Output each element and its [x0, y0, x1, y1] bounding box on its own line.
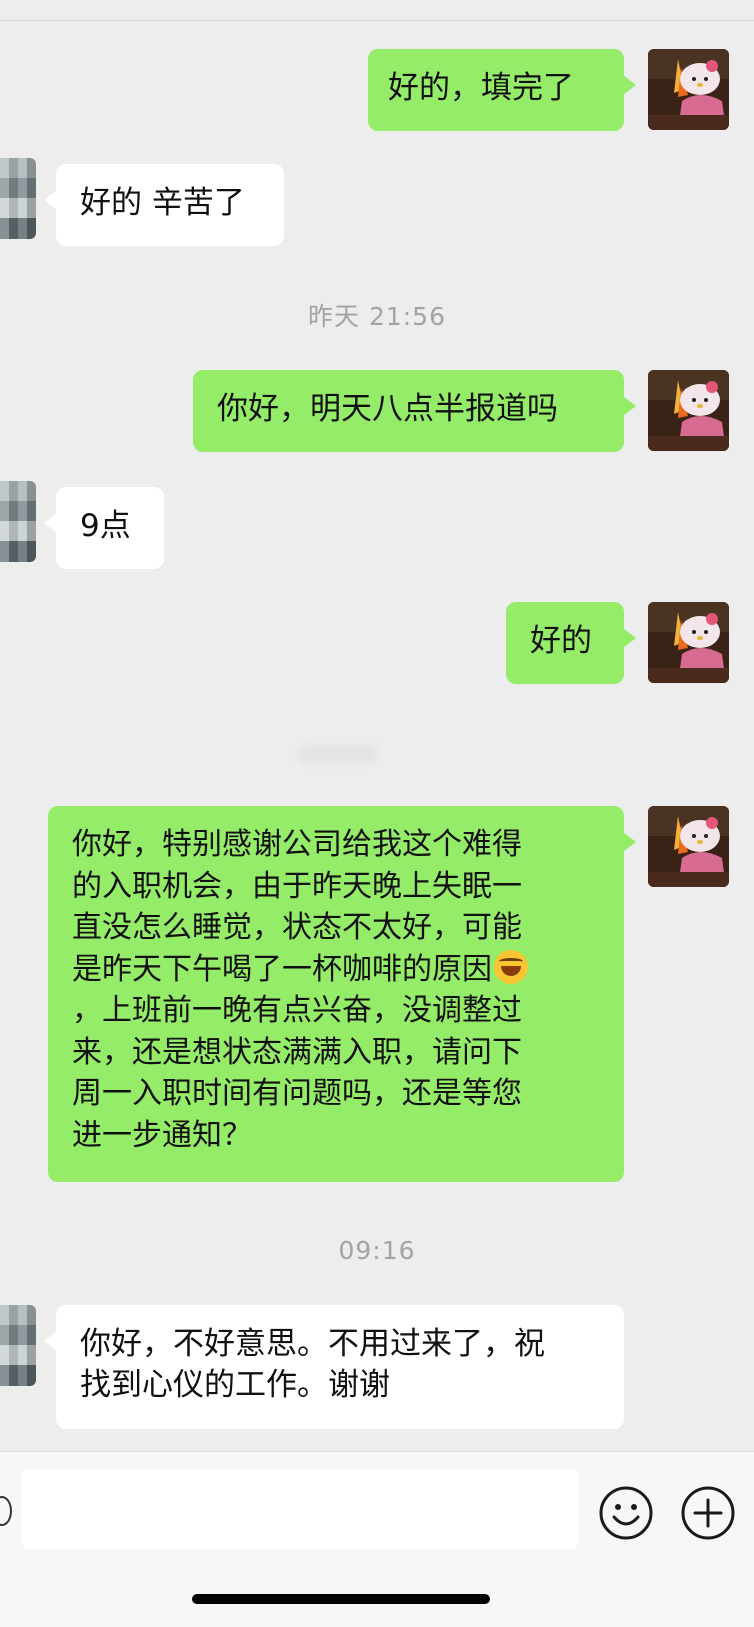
- message-bubble-incoming[interactable]: 好的 辛苦了: [44, 164, 284, 246]
- my-avatar[interactable]: [648, 602, 729, 683]
- my-avatar[interactable]: [648, 370, 729, 451]
- message-line: 是昨天下午喝了一杯咖啡的原因: [72, 949, 600, 991]
- message-line: 找到心仪的工作。谢谢: [80, 1367, 390, 1403]
- message-bubble-outgoing[interactable]: 好的，填完了: [368, 49, 636, 131]
- add-icon: [681, 1486, 735, 1540]
- message-bubble-outgoing[interactable]: 你好，明天八点半报道吗: [193, 370, 636, 452]
- contact-avatar[interactable]: [0, 158, 36, 239]
- laughing-tears-emoji-icon: [494, 949, 528, 984]
- home-indicator[interactable]: [192, 1594, 490, 1604]
- message-line: 来，还是想状态满满入职，请问下: [72, 1034, 522, 1070]
- my-avatar[interactable]: [648, 49, 729, 130]
- message-line: 你好，特别感谢公司给我这个难得: [72, 827, 522, 862]
- message-text: 9点: [80, 508, 131, 544]
- message-text: 好的，填完了: [388, 70, 574, 106]
- message-text: 你好，明天八点半报道吗: [217, 391, 558, 427]
- blurred-timestamp: [298, 745, 378, 763]
- message-line: 你好，不好意思。不用过来了，祝: [80, 1326, 545, 1362]
- message-bubble-incoming[interactable]: 你好，不好意思。不用过来了，祝 找到心仪的工作。谢谢: [44, 1305, 624, 1429]
- message-input[interactable]: [22, 1469, 578, 1549]
- contact-avatar[interactable]: [0, 1305, 36, 1386]
- emoji-icon: [599, 1486, 653, 1540]
- hello-kitty-avatar-image: [648, 49, 729, 130]
- message-line-text: 是昨天下午喝了一杯咖啡的原因: [72, 951, 492, 987]
- hello-kitty-avatar-image: [648, 370, 729, 451]
- my-avatar[interactable]: [648, 806, 729, 887]
- message-line: 直没怎么睡觉，状态不太好，可能: [72, 910, 522, 945]
- message-line: 的入职机会，由于昨天晚上失眠一: [72, 868, 522, 904]
- message-text: 好的 辛苦了: [80, 185, 245, 221]
- message-bubble-incoming[interactable]: 9点: [44, 487, 164, 569]
- timestamp: 09:16: [338, 1236, 416, 1265]
- input-bar: [0, 1451, 754, 1627]
- message-bubble-outgoing[interactable]: 好的: [506, 602, 636, 684]
- message-line: 进一步通知？: [72, 1117, 252, 1153]
- top-divider: [0, 20, 754, 21]
- message-bubble-outgoing[interactable]: 你好，特别感谢公司给我这个难得 的入职机会，由于昨天晚上失眠一 直没怎么睡觉，状…: [48, 806, 636, 1182]
- message-line: ，上班前一晚有点兴奋，没调整过: [72, 993, 522, 1028]
- voice-icon[interactable]: [0, 1496, 12, 1526]
- hello-kitty-avatar-image: [648, 602, 729, 683]
- timestamp: 昨天 21:56: [308, 302, 446, 331]
- add-button[interactable]: [680, 1485, 736, 1541]
- contact-avatar[interactable]: [0, 481, 36, 562]
- message-text: 好的: [530, 623, 592, 659]
- message-line: 周一入职时间有问题吗，还是等您: [72, 1076, 522, 1111]
- emoji-button[interactable]: [598, 1485, 654, 1541]
- hello-kitty-avatar-image: [648, 806, 729, 887]
